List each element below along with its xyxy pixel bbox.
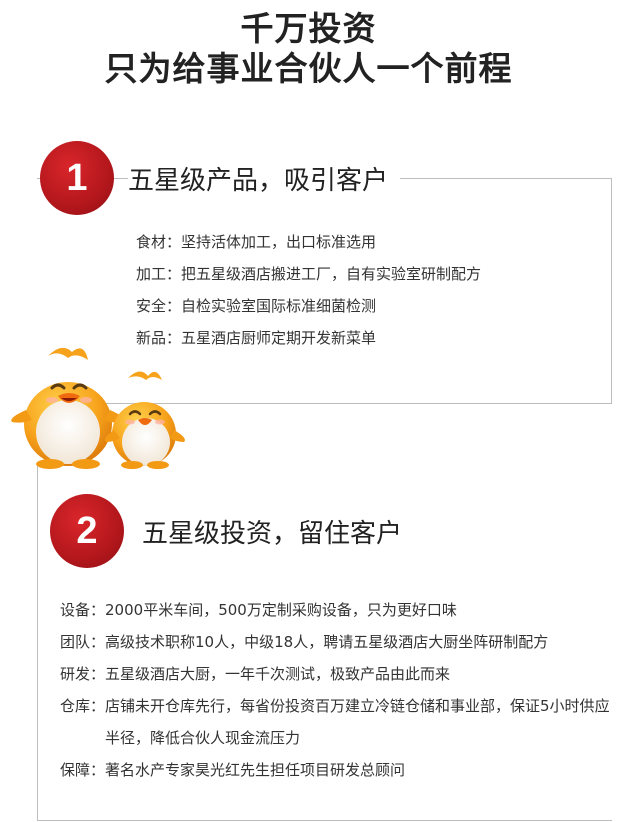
section2-heading: 五星级投资，留住客户 <box>142 513 403 550</box>
penguin-mascots-illustration <box>11 347 185 469</box>
section2-item-value: 2000平米车间，500万定制采购设备，只为更好口味 <box>105 601 457 619</box>
section1-item: 新品：五星酒店厨师定期开发新菜单 <box>136 329 377 347</box>
section2-item: 团队： 高级技术职称10人，中级18人，聘请五星级酒店大厨坐阵研制配方 <box>60 626 615 658</box>
section1-list: 食材：坚持活体加工，出口标准选用 加工：把五星级酒店搬进工厂，自有实验室研制配方… <box>136 226 596 354</box>
section2-item-key: 研发： <box>60 665 106 683</box>
section2-item-key: 保障： <box>60 761 106 779</box>
small-penguin <box>105 371 185 469</box>
section2-list: 设备： 2000平米车间，500万定制采购设备，只为更好口味 团队： 高级技术职… <box>60 594 615 786</box>
section2-frame-bottom <box>37 820 612 821</box>
section1-item: 加工：把五星级酒店搬进工厂，自有实验室研制配方 <box>136 265 482 283</box>
section2-item: 保障： 著名水产专家昊光红先生担任项目研发总顾问 <box>60 754 615 786</box>
section1-heading: 五星级产品，吸引客户 <box>128 160 401 197</box>
section1-number-badge: 1 <box>40 141 114 215</box>
section2-item: 仓库： 店铺未开仓库先行，每省份投资百万建立冷链仓储和事业部，保证5小时供应半径… <box>60 690 615 754</box>
page-title-line2: 只为给事业合伙人一个前程 <box>104 49 513 88</box>
section2-item-value: 高级技术职称10人，中级18人，聘请五星级酒店大厨坐阵研制配方 <box>105 633 549 651</box>
section2-item-key: 团队： <box>60 633 106 651</box>
section2-frame-left <box>37 466 38 821</box>
section2-item-key: 设备： <box>60 601 106 619</box>
section1-item: 安全：自检实验室国际标准细菌检测 <box>136 297 377 315</box>
section2-item: 研发： 五星级酒店大厨，一年千次测试，极致产品由此而来 <box>60 658 615 690</box>
big-penguin <box>11 347 125 469</box>
section2-number-badge: 2 <box>50 494 124 568</box>
section2-item-value: 著名水产专家昊光红先生担任项目研发总顾问 <box>105 761 406 779</box>
section2-item-value: 店铺未开仓库先行，每省份投资百万建立冷链仓储和事业部，保证5小时供应半径，降低合… <box>105 697 610 747</box>
section1-item: 食材：坚持活体加工，出口标准选用 <box>136 233 377 251</box>
section2-item-key: 仓库： <box>60 697 106 715</box>
section2-item-value: 五星级酒店大厨，一年千次测试，极致产品由此而来 <box>105 665 451 683</box>
section2-item: 设备： 2000平米车间，500万定制采购设备，只为更好口味 <box>60 594 615 626</box>
